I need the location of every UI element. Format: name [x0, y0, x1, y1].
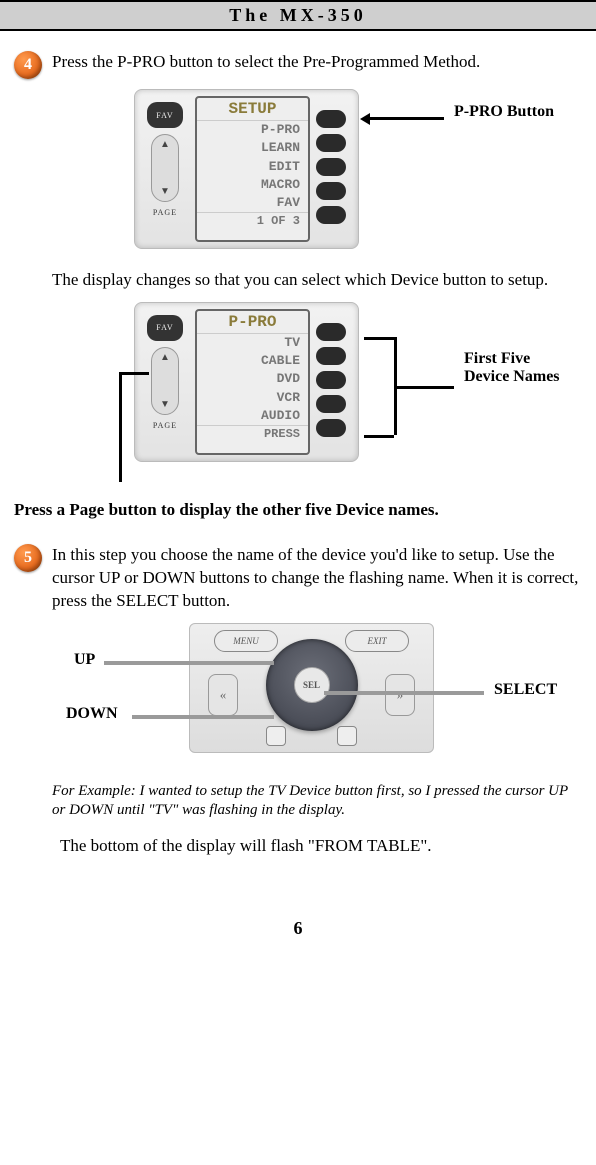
fav-button[interactable]: FAV	[147, 315, 183, 341]
soft-button[interactable]	[316, 347, 346, 365]
page-rocker[interactable]: ▲ ▼	[151, 134, 179, 202]
fav-button[interactable]: FAV	[147, 102, 183, 128]
page-number: 6	[14, 918, 582, 959]
soft-button[interactable]	[316, 323, 346, 341]
callout-line	[324, 691, 484, 695]
lcd-row: LEARN	[197, 139, 308, 157]
lcd-row: TV	[197, 334, 308, 352]
page-content: 4 Press the P-PRO button to select the P…	[0, 31, 596, 969]
lcd-screen-1: SETUP P-PRO LEARN EDIT MACRO FAV 1 OF 3	[195, 96, 310, 242]
remote-left-pad: FAV ▲ ▼ PAGE	[141, 96, 189, 242]
soft-button[interactable]	[316, 206, 346, 224]
step-5-text: In this step you choose the name of the …	[52, 544, 582, 613]
remote-right-pad	[316, 96, 352, 242]
nav-cluster: MENU EXIT « » SEL	[189, 623, 434, 753]
step-4: 4 Press the P-PRO button to select the P…	[14, 51, 582, 79]
lcd-row: EDIT	[197, 158, 308, 176]
figure-1-wrap: FAV ▲ ▼ PAGE SETUP P-PRO LEARN EDIT MACR…	[14, 89, 582, 259]
header-title: The MX-350	[229, 5, 367, 25]
chevron-down-icon: ▼	[160, 186, 170, 197]
scroll-left-button[interactable]: «	[208, 674, 238, 716]
soft-button[interactable]	[316, 110, 346, 128]
step-5-badge: 5	[14, 544, 42, 572]
figure-3-wrap: MENU EXIT « » SEL UP DOWN SELECT	[14, 623, 582, 768]
soft-button[interactable]	[316, 134, 346, 152]
callout-line	[119, 372, 149, 375]
callout-line	[119, 372, 122, 482]
lcd-title: P-PRO	[197, 311, 308, 334]
pause-button[interactable]	[337, 726, 357, 746]
remote-left-pad: FAV ▲ ▼ PAGE	[141, 309, 189, 455]
bracket-line	[364, 337, 394, 340]
soft-button[interactable]	[316, 419, 346, 437]
stop-button[interactable]	[266, 726, 286, 746]
chevron-up-icon: ▲	[160, 352, 170, 363]
scroll-right-button[interactable]: »	[385, 674, 415, 716]
remote-fig-1: FAV ▲ ▼ PAGE SETUP P-PRO LEARN EDIT MACR…	[134, 89, 359, 249]
remote-fig-2: FAV ▲ ▼ PAGE P-PRO TV CABLE DVD VCR AUDI…	[134, 302, 359, 462]
arrow-icon	[364, 117, 444, 120]
remote-right-pad	[316, 309, 352, 455]
lcd-title: SETUP	[197, 98, 308, 121]
soft-button[interactable]	[316, 395, 346, 413]
figure-2-wrap: FAV ▲ ▼ PAGE P-PRO TV CABLE DVD VCR AUDI…	[14, 302, 582, 492]
lcd-row: FAV	[197, 194, 308, 212]
press-page-note: Press a Page button to display the other…	[14, 500, 582, 520]
annotation-device-names: First Five Device Names	[464, 350, 564, 385]
lcd-row: MACRO	[197, 176, 308, 194]
lcd-row: AUDIO	[197, 407, 308, 425]
callout-line	[132, 715, 274, 719]
chevron-up-icon: ▲	[160, 139, 170, 150]
paragraph-bottom: The bottom of the display will flash "FR…	[60, 835, 582, 858]
page-label: PAGE	[153, 208, 177, 217]
page-rocker[interactable]: ▲ ▼	[151, 347, 179, 415]
bracket-line	[394, 386, 454, 389]
lcd-row: VCR	[197, 389, 308, 407]
lcd-footer: 1 OF 3	[197, 212, 308, 229]
select-button[interactable]: SEL	[294, 667, 330, 703]
example-note: For Example: I wanted to setup the TV De…	[52, 782, 582, 821]
annotation-ppro: P-PRO Button	[454, 103, 554, 121]
step-4-text: Press the P-PRO button to select the Pre…	[52, 51, 480, 74]
lcd-footer: PRESS	[197, 425, 308, 442]
lcd-row: DVD	[197, 370, 308, 388]
page-label: PAGE	[153, 421, 177, 430]
paragraph-after-step4: The display changes so that you can sele…	[52, 269, 582, 292]
label-select: SELECT	[494, 681, 557, 699]
soft-button[interactable]	[316, 182, 346, 200]
soft-button[interactable]	[316, 158, 346, 176]
step-5: 5 In this step you choose the name of th…	[14, 544, 582, 613]
label-up: UP	[74, 651, 95, 669]
menu-button[interactable]: MENU	[214, 630, 278, 652]
lcd-row: P-PRO	[197, 121, 308, 139]
d-pad[interactable]: SEL	[266, 639, 358, 731]
exit-button[interactable]: EXIT	[345, 630, 409, 652]
step-4-badge: 4	[14, 51, 42, 79]
callout-line	[104, 661, 274, 665]
soft-button[interactable]	[316, 371, 346, 389]
page-header: The MX-350	[0, 0, 596, 31]
bracket-line	[364, 435, 394, 438]
label-down: DOWN	[66, 705, 118, 723]
lcd-screen-2: P-PRO TV CABLE DVD VCR AUDIO PRESS	[195, 309, 310, 455]
lcd-row: CABLE	[197, 352, 308, 370]
chevron-down-icon: ▼	[160, 399, 170, 410]
